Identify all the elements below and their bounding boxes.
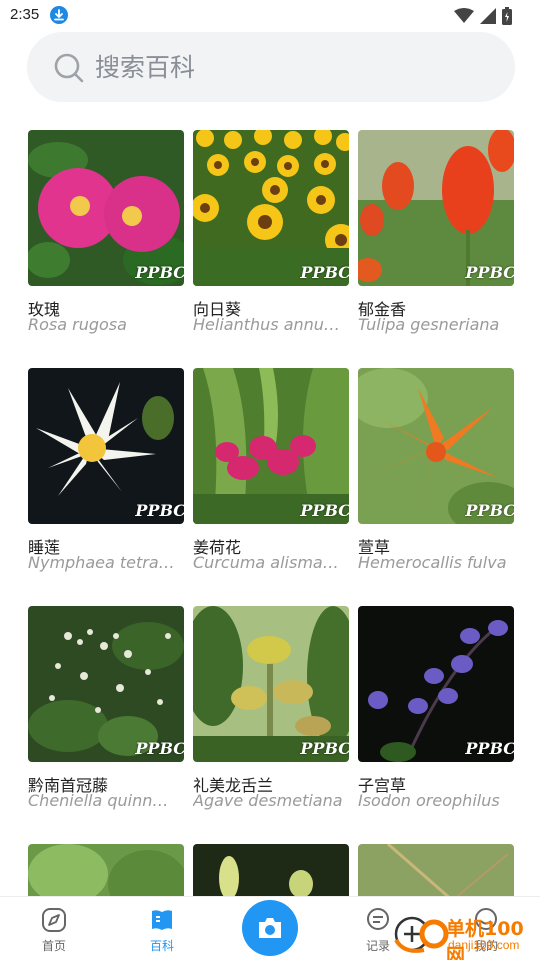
photo-watermark: PPBC	[300, 501, 349, 520]
chat-icon	[367, 908, 389, 930]
plant-name-latin: Rosa rugosa	[28, 315, 127, 334]
plant-photo: PPBC	[358, 606, 514, 762]
signal-icon	[480, 8, 496, 24]
photo-watermark: PPBC	[465, 263, 514, 282]
wifi-icon	[454, 8, 474, 23]
photo-watermark: PPBC	[300, 263, 349, 282]
plant-photo: PPBC	[358, 130, 514, 286]
plant-photo: PPBC	[28, 130, 184, 286]
plant-name-latin: Tulipa gesneriana	[358, 315, 500, 334]
plant-photo: PPBC	[28, 606, 184, 762]
plant-photo: PPBC	[193, 368, 349, 524]
plant-photo: PPBC	[193, 130, 349, 286]
nav-encyclopedia-label: 百科	[149, 939, 174, 953]
book-icon	[152, 910, 172, 930]
plant-photo: PPBC	[358, 368, 514, 524]
plant-photo: PPBC	[193, 606, 349, 762]
photo-watermark: PPBC	[300, 739, 349, 758]
plant-photo: PPBC	[28, 368, 184, 524]
site-logo: 单机100网 danji100.com	[390, 910, 540, 960]
photo-watermark: PPBC	[465, 739, 514, 758]
search-icon	[54, 53, 84, 87]
photo-watermark: PPBC	[135, 263, 184, 282]
photo-watermark: PPBC	[465, 501, 514, 520]
logo-mark-icon	[394, 916, 449, 953]
download-icon	[50, 6, 68, 24]
plant-name-latin: Helianthus annu…	[193, 315, 340, 334]
nav-encyclopedia[interactable]: 百科	[132, 907, 192, 954]
camera-button[interactable]	[242, 900, 298, 956]
photo-watermark: PPBC	[135, 501, 184, 520]
nav-home-label: 首页	[41, 939, 66, 953]
plant-name-latin: Isodon oreophilus	[358, 791, 500, 810]
photo-watermark: PPBC	[135, 739, 184, 758]
plant-name-latin: Hemerocallis fulva	[358, 553, 507, 572]
plant-name-latin: Cheniella quinn…	[28, 791, 169, 810]
nav-home[interactable]: 首页	[24, 907, 84, 954]
plant-name-latin: Curcuma alisma…	[193, 553, 339, 572]
battery-icon	[502, 7, 512, 25]
compass-icon	[42, 908, 66, 932]
plant-name-latin: Nymphaea tetra…	[28, 553, 175, 572]
search-bar[interactable]	[27, 32, 515, 102]
status-bar: 2:35	[0, 0, 540, 32]
status-icons	[454, 6, 512, 26]
search-input[interactable]	[95, 45, 475, 89]
logo-url: danji100.com	[448, 938, 520, 952]
camera-icon	[259, 918, 281, 938]
logo-title: 单机100网	[446, 918, 524, 960]
status-time: 2:35	[10, 6, 40, 23]
plant-name-latin: Agave desmetiana	[193, 791, 343, 810]
